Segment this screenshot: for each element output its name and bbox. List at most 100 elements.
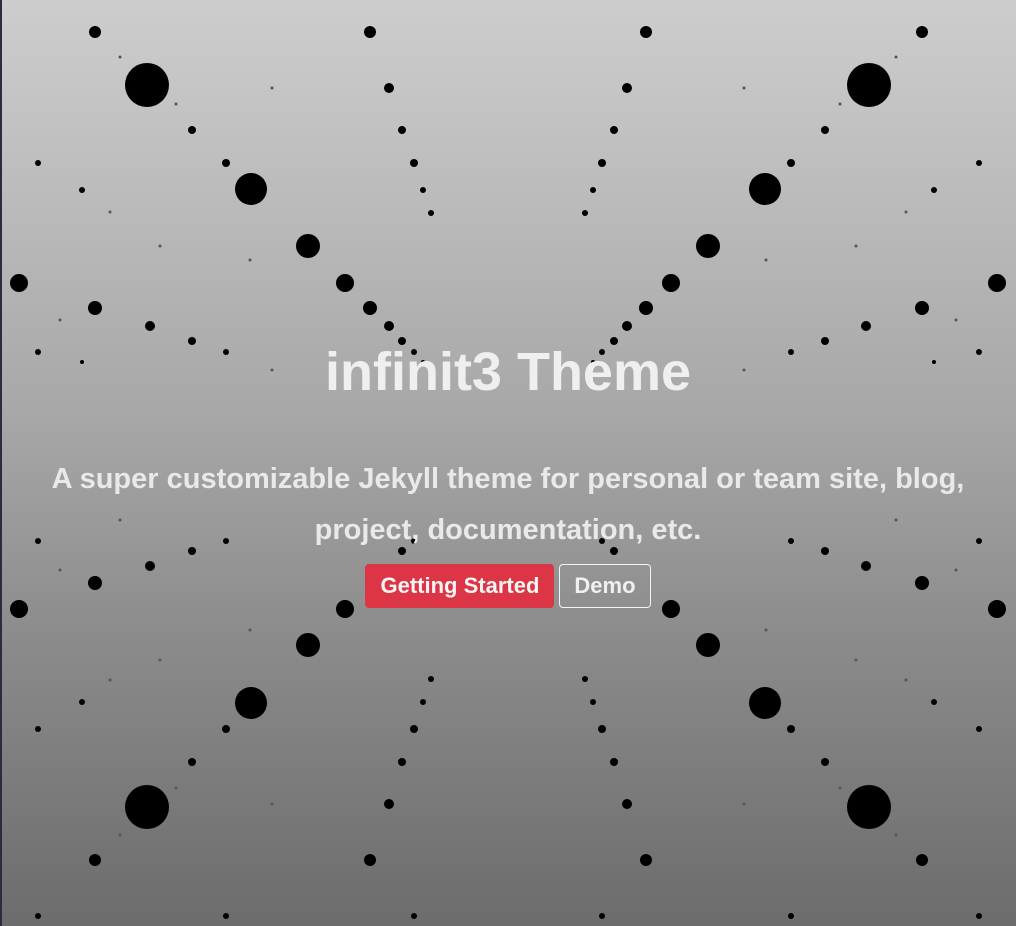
pattern-dot xyxy=(622,83,632,93)
pattern-dot-faint xyxy=(108,210,112,214)
pattern-dot xyxy=(384,799,394,809)
pattern-dot-faint xyxy=(108,678,112,682)
pattern-dot xyxy=(35,726,41,732)
pattern-dot xyxy=(384,83,394,93)
hero-title: infinit3 Theme xyxy=(324,342,692,402)
hero-subtitle: A super customizable Jekyll theme for pe… xyxy=(51,463,965,546)
pattern-dot xyxy=(410,725,418,733)
pattern-dot xyxy=(89,854,101,866)
pattern-dot xyxy=(398,126,406,134)
pattern-dot xyxy=(79,699,85,705)
pattern-dot xyxy=(89,26,101,38)
pattern-dot xyxy=(610,126,618,134)
pattern-dot xyxy=(640,854,652,866)
pattern-dot-faint xyxy=(270,86,274,90)
pattern-dot xyxy=(364,854,376,866)
pattern-dot xyxy=(410,159,418,167)
pattern-dot xyxy=(235,687,267,719)
pattern-dot-faint xyxy=(904,210,908,214)
pattern-dot xyxy=(622,321,632,331)
pattern-dot xyxy=(861,321,871,331)
pattern-dot-faint xyxy=(742,86,746,90)
pattern-dot-faint xyxy=(118,833,122,837)
pattern-dot-faint xyxy=(894,55,898,59)
pattern-dot xyxy=(223,913,229,919)
pattern-dot xyxy=(79,187,85,193)
pattern-dot xyxy=(749,687,781,719)
pattern-dot xyxy=(363,301,377,315)
pattern-dot-faint xyxy=(904,678,908,682)
pattern-dot xyxy=(915,301,929,315)
pattern-dot-faint xyxy=(58,318,62,322)
pattern-dot xyxy=(145,321,155,331)
pattern-dot xyxy=(788,913,794,919)
hero-section: infinit3 Theme A super customizable Jeky… xyxy=(0,0,1016,926)
pattern-dot-faint xyxy=(270,802,274,806)
pattern-dot xyxy=(222,159,230,167)
pattern-dot xyxy=(411,913,417,919)
pattern-dot xyxy=(976,160,982,166)
pattern-dot xyxy=(821,126,829,134)
pattern-dot-faint xyxy=(118,55,122,59)
pattern-dot xyxy=(598,725,606,733)
pattern-dot xyxy=(222,725,230,733)
pattern-dot-faint xyxy=(854,658,858,662)
pattern-dot-faint xyxy=(764,258,768,262)
pattern-dot-faint xyxy=(248,628,252,632)
pattern-dot xyxy=(125,63,169,107)
pattern-dot xyxy=(188,126,196,134)
pattern-dot xyxy=(428,676,434,682)
pattern-dot xyxy=(384,321,394,331)
pattern-dot xyxy=(976,726,982,732)
pattern-dot xyxy=(582,210,588,216)
pattern-dot-faint xyxy=(174,786,178,790)
demo-button[interactable]: Demo xyxy=(559,564,651,608)
pattern-dot xyxy=(35,913,41,919)
pattern-dot xyxy=(420,187,426,193)
pattern-dot xyxy=(916,26,928,38)
pattern-dot xyxy=(598,159,606,167)
pattern-dot xyxy=(10,274,28,292)
hero-content: infinit3 Theme A super customizable Jeky… xyxy=(0,332,1016,608)
pattern-dot xyxy=(639,301,653,315)
pattern-dot xyxy=(296,234,320,258)
pattern-dot xyxy=(787,725,795,733)
pattern-dot xyxy=(749,173,781,205)
pattern-dot-faint xyxy=(894,833,898,837)
pattern-dot xyxy=(988,274,1006,292)
pattern-dot xyxy=(821,758,829,766)
pattern-dot-faint xyxy=(742,802,746,806)
pattern-dot xyxy=(364,26,376,38)
pattern-dot xyxy=(235,173,267,205)
pattern-dot xyxy=(582,676,588,682)
pattern-dot xyxy=(847,63,891,107)
pattern-dot-faint xyxy=(158,658,162,662)
pattern-dot xyxy=(599,913,605,919)
pattern-dot xyxy=(420,699,426,705)
pattern-dot xyxy=(696,234,720,258)
pattern-dot xyxy=(622,799,632,809)
pattern-dot-faint xyxy=(838,786,842,790)
pattern-dot xyxy=(787,159,795,167)
pattern-dot-faint xyxy=(158,244,162,248)
pattern-dot xyxy=(662,274,680,292)
pattern-dot xyxy=(296,633,320,657)
pattern-dot-faint xyxy=(764,628,768,632)
pattern-dot xyxy=(610,758,618,766)
pattern-dot-faint xyxy=(838,102,842,106)
pattern-dot-faint xyxy=(854,244,858,248)
pattern-dot-faint xyxy=(174,102,178,106)
pattern-dot xyxy=(847,785,891,829)
pattern-dot xyxy=(916,854,928,866)
pattern-dot xyxy=(931,699,937,705)
pattern-dot xyxy=(35,160,41,166)
pattern-dot-faint xyxy=(954,318,958,322)
pattern-dot xyxy=(336,274,354,292)
pattern-dot xyxy=(590,699,596,705)
pattern-dot-faint xyxy=(248,258,252,262)
pattern-dot xyxy=(428,210,434,216)
pattern-dot xyxy=(188,758,196,766)
pattern-dot xyxy=(976,913,982,919)
hero-actions: Getting Started Demo xyxy=(0,564,1016,608)
getting-started-button[interactable]: Getting Started xyxy=(365,564,555,608)
